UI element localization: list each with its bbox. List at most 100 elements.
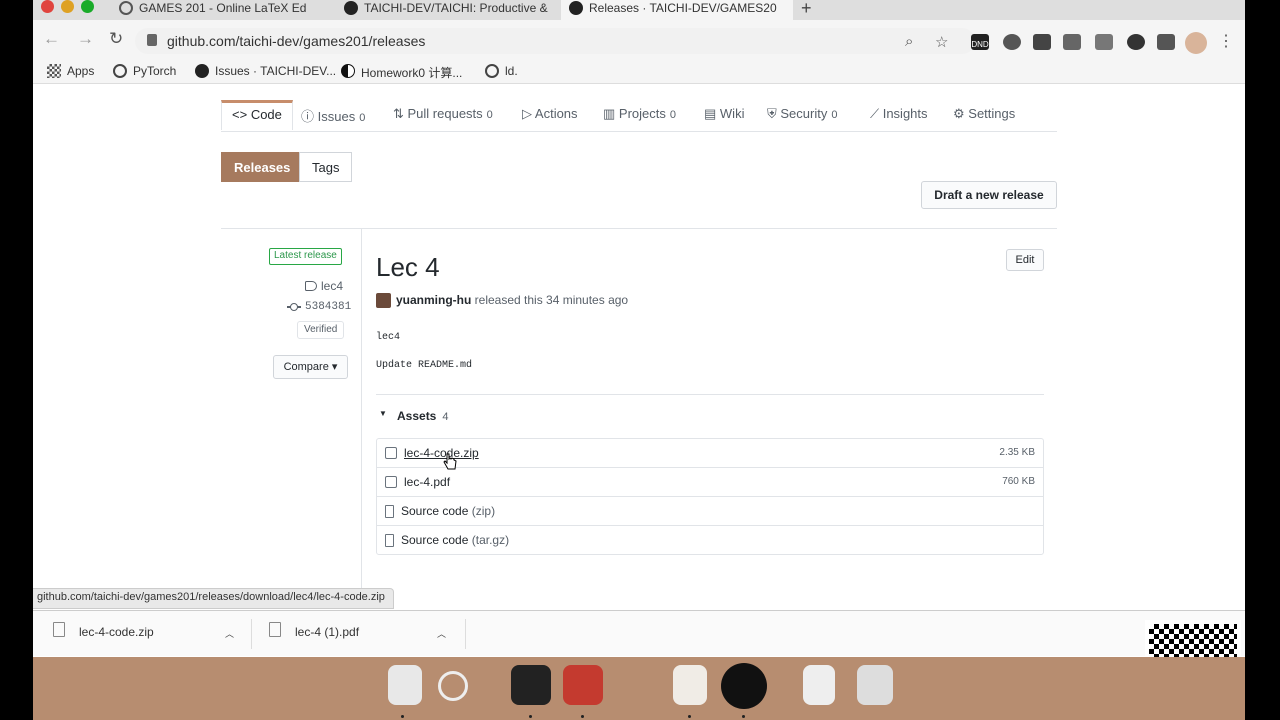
tab-insights[interactable]: ⟋ Insights — [870, 100, 928, 130]
terminal-icon[interactable] — [511, 665, 551, 705]
asset-list: lec-4-code.zip 2.35 KB lec-4.pdf 760 KB … — [376, 438, 1044, 555]
trash-icon[interactable] — [857, 665, 893, 705]
browser-tab-strip: GAMES 201 - Online LaTeX Ed TAICHI-DEV/T… — [33, 0, 1245, 20]
archive-utility-icon[interactable] — [803, 665, 835, 705]
chevron-up-icon[interactable]: ︿ — [437, 627, 446, 640]
bookmark-apps[interactable]: Apps — [47, 64, 94, 78]
menu-icon[interactable]: ⋮ — [1218, 31, 1234, 51]
tab-pull-requests[interactable]: ⇅ Pull requests 0 — [393, 100, 493, 130]
chevron-up-icon[interactable]: ︿ — [225, 627, 234, 640]
edit-button[interactable]: Edit — [1006, 249, 1044, 271]
grammarly-icon[interactable] — [1003, 34, 1021, 50]
address-bar[interactable]: github.com/taichi-dev/games201/releases … — [135, 28, 975, 54]
asset-link[interactable]: Source code (zip) — [401, 504, 495, 518]
macos-dock — [33, 657, 1245, 720]
asset-row[interactable]: lec-4-code.zip 2.35 KB — [377, 439, 1043, 468]
tags-tab[interactable]: Tags — [299, 152, 352, 182]
obs-icon[interactable] — [721, 663, 767, 709]
tab-title: Releases · TAICHI-DEV/GAMES20 — [589, 1, 777, 15]
acrobat-icon[interactable] — [563, 665, 603, 705]
release-commit[interactable]: 5384381 — [287, 301, 351, 313]
bookmark-star-icon[interactable]: ☆ — [935, 33, 948, 51]
tab-label: Wiki — [719, 106, 745, 121]
asset-row[interactable]: Source code (zip) — [377, 497, 1043, 526]
asset-row[interactable]: lec-4.pdf 760 KB — [377, 468, 1043, 497]
divider — [221, 131, 1057, 132]
download-item[interactable]: lec-4 (1).pdf ︿ — [269, 622, 446, 639]
running-indicator — [401, 715, 404, 718]
graph-icon: ⟋ — [870, 106, 883, 121]
extension-icon[interactable] — [1063, 34, 1081, 50]
asset-suffix: (zip) — [471, 504, 496, 518]
extension-icon[interactable] — [1033, 34, 1051, 50]
tab-wiki[interactable]: ▤ Wiki — [704, 100, 744, 130]
tab-label: Projects — [618, 106, 666, 121]
caret-down-icon: ▼ — [379, 409, 387, 418]
tab-count: 0 — [831, 109, 838, 121]
tab-projects[interactable]: ▥ Projects 0 — [603, 100, 676, 130]
bookmark-label: Homework0 计算... — [361, 66, 463, 80]
asset-link[interactable]: Source code (tar.gz) — [401, 533, 509, 547]
bookmark-label: PyTorch — [133, 64, 177, 78]
browser-toolbar: ← → ↻ github.com/taichi-dev/games201/rel… — [33, 20, 1245, 60]
extension-icon[interactable] — [1095, 34, 1113, 50]
github-icon — [569, 1, 583, 15]
safari-icon[interactable] — [438, 671, 468, 701]
tab-security[interactable]: ⛨ Security 0 — [767, 100, 837, 130]
pytorch-icon — [113, 64, 127, 78]
tab-label: Code — [250, 107, 282, 122]
hand-cursor-icon — [443, 453, 457, 470]
asset-row[interactable]: Source code (tar.gz) — [377, 526, 1043, 555]
release-title[interactable]: Lec 4 — [376, 252, 440, 283]
tab-actions[interactable]: ▷ Actions — [522, 100, 578, 130]
play-icon: ▷ — [522, 106, 535, 121]
asset-link[interactable]: lec-4-code.zip — [404, 446, 479, 460]
bookmark-pytorch[interactable]: PyTorch — [113, 64, 176, 78]
avatar[interactable] — [376, 293, 391, 308]
verified-badge[interactable]: Verified — [297, 321, 345, 339]
asset-suffix: (tar.gz) — [471, 533, 510, 547]
tab-code[interactable]: <> Code — [221, 100, 293, 130]
new-tab-button[interactable]: + — [801, 0, 812, 19]
download-item[interactable]: lec-4-code.zip ︿ — [53, 622, 234, 639]
download-shelf: lec-4-code.zip ︿ lec-4 (1).pdf ︿ — [33, 610, 1245, 656]
reload-icon[interactable]: ↻ — [109, 29, 123, 49]
divider — [376, 394, 1044, 395]
zoom-window-button[interactable] — [81, 0, 94, 13]
keynote-icon[interactable] — [673, 665, 707, 705]
release-tag[interactable]: lec4 — [305, 279, 343, 293]
draft-new-release-button[interactable]: Draft a new release — [921, 181, 1057, 209]
download-name: lec-4-code.zip — [79, 625, 154, 639]
compare-button[interactable]: Compare ▾ — [273, 355, 348, 379]
close-window-button[interactable] — [41, 0, 54, 13]
puzzle-icon[interactable] — [1157, 34, 1175, 50]
forward-icon[interactable]: → — [77, 29, 94, 49]
bookmark-label: Issues · TAICHI-DEV... — [215, 64, 337, 78]
tab-settings[interactable]: ⚙ Settings — [953, 100, 1015, 130]
file-icon — [53, 622, 65, 637]
browser-tab[interactable]: TAICHI-DEV/TAICHI: Productive & — [336, 0, 561, 20]
browser-tab-active[interactable]: Releases · TAICHI-DEV/GAMES20 — [561, 0, 793, 20]
bookmark-homework[interactable]: Homework0 计算... — [341, 64, 462, 81]
github-icon — [344, 1, 358, 15]
profile-avatar[interactable] — [1185, 32, 1207, 54]
tab-title: GAMES 201 - Online LaTeX Ed — [139, 1, 307, 15]
releases-tab[interactable]: Releases — [221, 152, 300, 182]
minimize-window-button[interactable] — [61, 0, 74, 13]
tag-icon — [305, 281, 317, 291]
assets-count: 4 — [442, 411, 449, 423]
tab-label: Insights — [882, 106, 928, 121]
dnd-extension-icon[interactable]: DND — [971, 34, 989, 50]
finder-icon[interactable] — [388, 665, 422, 705]
asset-link[interactable]: lec-4.pdf — [404, 475, 450, 489]
extension-icon[interactable] — [1127, 34, 1145, 50]
bookmark-ld[interactable]: ld. — [485, 64, 518, 78]
tab-issues[interactable]: ⓘ Issues 0 — [301, 100, 365, 130]
zoom-icon[interactable]: ⌕ — [905, 33, 913, 50]
assets-toggle[interactable]: ▼ Assets 4 — [379, 409, 448, 423]
back-icon[interactable]: ← — [43, 29, 60, 49]
browser-tab[interactable]: GAMES 201 - Online LaTeX Ed — [111, 0, 336, 20]
release-body-line: Update README.md — [376, 360, 473, 371]
author-link[interactable]: yuanming-hu — [396, 293, 471, 307]
bookmark-issues[interactable]: Issues · TAICHI-DEV... — [195, 64, 336, 78]
